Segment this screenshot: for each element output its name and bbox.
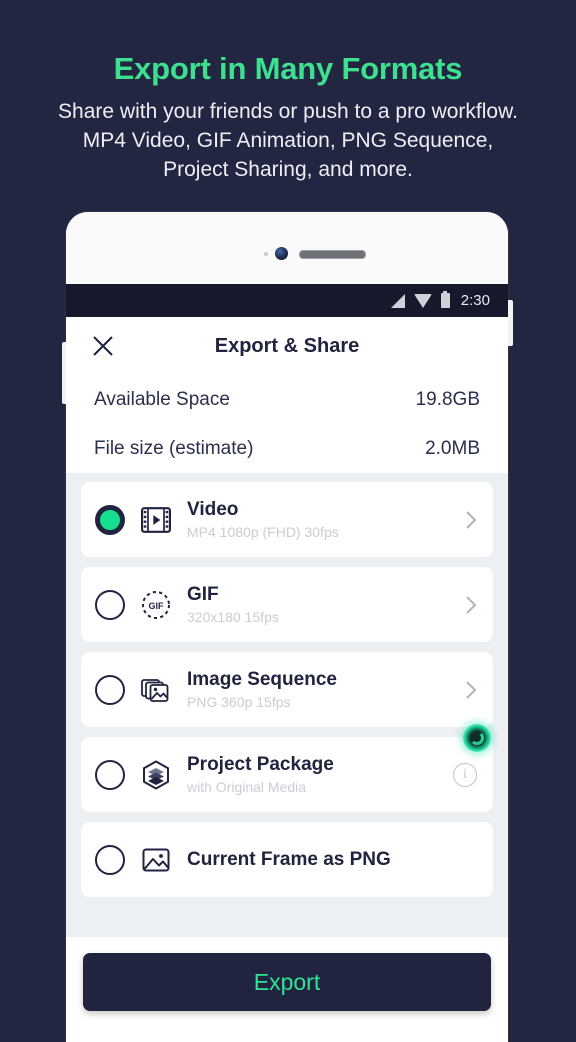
export-button[interactable]: Export — [83, 953, 491, 1011]
promo-subtitle-line-3: Project Sharing, and more. — [163, 158, 413, 182]
option-subtitle-gif: 320x180 15fps — [187, 608, 279, 625]
battery-icon — [440, 291, 450, 308]
available-space-value: 19.8GB — [415, 388, 480, 410]
option-card-project-package[interactable]: Project Package with Original Media i — [81, 724, 493, 812]
option-title-video: Video — [187, 499, 239, 521]
chevron-right-icon[interactable] — [465, 595, 477, 615]
option-card-image-sequence[interactable]: Image Sequence PNG 360p 15fps — [81, 652, 493, 727]
gif-icon-label: GIF — [149, 601, 165, 611]
promo-subtitle: Share with your friends or push to a pro… — [0, 98, 576, 185]
promo-header: Export in Many Formats Share with your f… — [0, 0, 576, 185]
radio-current-frame-png[interactable] — [95, 844, 125, 875]
export-share-screen: Export & Share Available Space 19.8GB Fi… — [66, 317, 508, 1042]
file-size-label: File size (estimate) — [94, 437, 254, 459]
image-stack-icon — [139, 673, 173, 707]
option-card-gif[interactable]: GIF GIF 320x180 15fps — [81, 567, 493, 642]
option-subtitle-project-package: with Original Media — [187, 778, 307, 795]
film-strip-icon — [139, 503, 173, 537]
option-text-project-package: Project Package with Original Media — [187, 754, 453, 795]
footer-bar: Export — [66, 937, 508, 1042]
image-icon — [139, 843, 173, 877]
promo-subtitle-line-1: Share with your friends or push to a pro… — [58, 100, 518, 124]
chevron-right-icon[interactable] — [465, 680, 477, 700]
phone-power-button — [508, 300, 513, 346]
status-bar-clock: 2:30 — [460, 292, 490, 309]
radio-image-sequence[interactable] — [95, 674, 125, 705]
option-title-gif: GIF — [187, 584, 219, 606]
tap-highlight-badge — [463, 724, 491, 752]
app-bar: Export & Share — [66, 317, 508, 375]
export-format-list: Video MP4 1080p (FHD) 30fps GIF GIF 320x… — [66, 473, 508, 937]
file-size-row: File size (estimate) 2.0MB — [94, 424, 480, 473]
radio-gif[interactable] — [95, 589, 125, 620]
info-rows: Available Space 19.8GB File size (estima… — [66, 375, 508, 473]
gif-icon: GIF — [139, 588, 173, 622]
radio-video[interactable] — [95, 504, 125, 535]
option-title-image-sequence: Image Sequence — [187, 669, 337, 691]
option-title-current-frame-png: Current Frame as PNG — [187, 848, 391, 870]
close-icon[interactable] — [92, 335, 114, 357]
front-camera-icon — [275, 247, 288, 260]
available-space-row: Available Space 19.8GB — [94, 375, 480, 424]
option-text-gif: GIF 320x180 15fps — [187, 584, 465, 625]
earpiece-speaker-icon — [299, 250, 366, 259]
page-title: Export & Share — [214, 334, 360, 357]
proximity-sensor-icon — [264, 252, 268, 256]
info-icon[interactable]: i — [453, 762, 477, 787]
option-title-project-package: Project Package — [187, 754, 334, 776]
option-card-current-frame-png[interactable]: Current Frame as PNG — [81, 822, 493, 897]
signal-icon — [390, 293, 405, 308]
phone-mockup: 2:30 Export & Share Available Space 19.8… — [66, 212, 508, 1042]
available-space-label: Available Space — [94, 388, 230, 410]
option-text-video: Video MP4 1080p (FHD) 30fps — [187, 499, 465, 540]
option-text-current-frame-png: Current Frame as PNG — [187, 849, 477, 871]
file-size-value: 2.0MB — [425, 437, 480, 459]
option-text-image-sequence: Image Sequence PNG 360p 15fps — [187, 669, 465, 710]
phone-top-bezel — [66, 212, 508, 284]
option-card-video[interactable]: Video MP4 1080p (FHD) 30fps — [81, 482, 493, 557]
radio-project-package[interactable] — [95, 759, 125, 790]
promo-subtitle-line-2: MP4 Video, GIF Animation, PNG Sequence, — [82, 129, 494, 153]
chevron-right-icon[interactable] — [465, 510, 477, 530]
option-subtitle-video: MP4 1080p (FHD) 30fps — [187, 523, 339, 540]
android-status-bar: 2:30 — [66, 284, 508, 317]
layers-hexagon-icon — [139, 758, 173, 792]
option-subtitle-image-sequence: PNG 360p 15fps — [187, 693, 291, 710]
wifi-icon — [413, 293, 432, 308]
promo-title: Export in Many Formats — [113, 51, 463, 86]
